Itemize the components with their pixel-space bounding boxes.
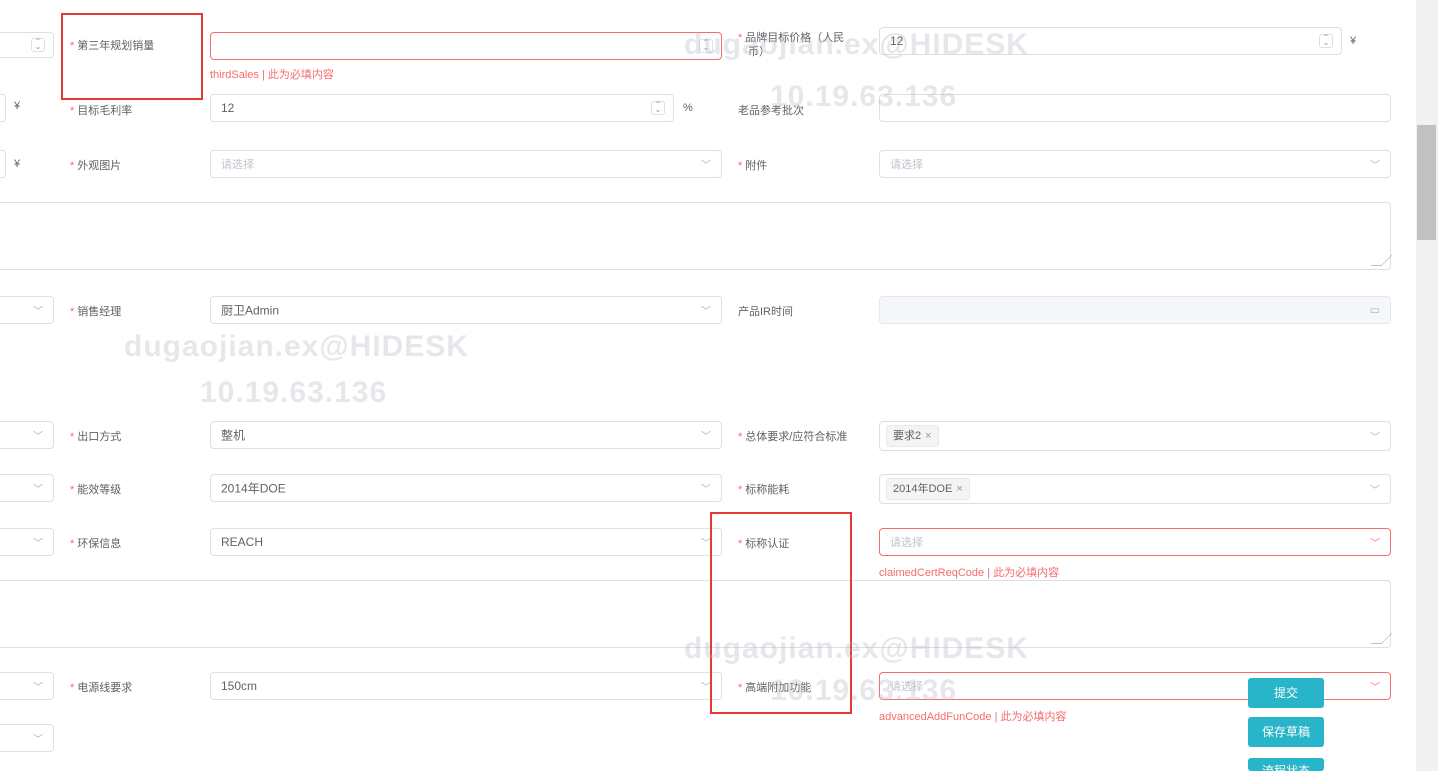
overall-standard-label: * 总体要求/应符合标准 [738, 431, 848, 443]
env-info-label: * 环保信息 [70, 538, 122, 550]
power-cord-label: * 电源线要求 [70, 682, 133, 694]
target-margin-unit: % [683, 102, 693, 114]
chevron-down-icon: ﹀ [701, 160, 711, 172]
chevron-down-icon: ﹀ [33, 538, 43, 550]
export-mode-label: * 出口方式 [70, 431, 122, 443]
export-mode-select[interactable]: 整机 ﹀ [210, 421, 722, 449]
energy-grade-select[interactable]: 2014年DOE ﹀ [210, 474, 722, 502]
sales-manager-value: 厨卫Admin [221, 303, 280, 318]
claimed-cert-error: claimedCertReqCode | 此为必填内容 [879, 567, 1060, 579]
chevron-down-icon: ﹀ [701, 306, 711, 318]
sales-manager-label: * 销售经理 [70, 306, 122, 318]
chevron-down-icon: ﹀ [33, 306, 43, 318]
brand-price-input[interactable]: 12 ⌃ ⌄ [879, 27, 1342, 55]
energy-grade-label: * 能效等级 [70, 484, 122, 496]
product-ir-time-label: 产品IR时间 [738, 306, 793, 318]
left-cut-spinner-input-row1[interactable]: ⌃ ⌄ [0, 32, 54, 58]
vertical-scrollbar-thumb[interactable] [1417, 125, 1436, 240]
claimed-energy-tag[interactable]: 2014年DOE × [886, 478, 970, 500]
power-cord-select[interactable]: 150cm ﹀ [210, 672, 722, 700]
left-cut-input-row2[interactable] [0, 94, 6, 122]
calendar-icon: ▭ [1369, 304, 1380, 317]
brand-price-unit: ¥ [1350, 35, 1357, 47]
remarks-textarea-1[interactable] [0, 202, 1393, 270]
advanced-func-error: advancedAddFunCode | 此为必填内容 [879, 711, 1067, 723]
chevron-down-icon: ﹀ [33, 682, 43, 694]
third-action-button[interactable]: 流程状态 [1248, 758, 1324, 771]
target-margin-input[interactable]: 12 ⌃ ⌄ [210, 94, 674, 122]
watermark-user: dugaojian.ex@HIDESK [124, 330, 469, 363]
third-sales-input[interactable]: ⌃ ⌄ [210, 32, 722, 60]
attachment-select[interactable]: 请选择 ﹀ [879, 150, 1391, 178]
chevron-down-icon: ﹀ [33, 484, 43, 496]
energy-grade-value: 2014年DOE [221, 481, 286, 496]
claimed-cert-placeholder: 请选择 [890, 537, 923, 549]
watermark-ip: 10.19.63.136 [200, 376, 388, 409]
chevron-down-icon: ﹀ [1370, 432, 1380, 444]
spinner-icon[interactable]: ⌃ ⌄ [699, 39, 713, 53]
claimed-energy-multiselect[interactable]: 2014年DOE × ﹀ [879, 474, 1391, 504]
left-unit-row3: ¥ [14, 158, 21, 170]
left-cut-select-row5[interactable]: ﹀ [0, 421, 54, 449]
submit-button[interactable]: 提交 [1248, 678, 1324, 708]
export-mode-value: 整机 [221, 428, 246, 443]
claimed-cert-select[interactable]: 请选择 ﹀ [879, 528, 1391, 556]
close-icon[interactable]: × [956, 483, 962, 495]
left-cut-select-row7[interactable]: ﹀ [0, 528, 54, 556]
chevron-down-icon: ﹀ [1370, 538, 1380, 550]
overall-standard-tag[interactable]: 要求2 × [886, 425, 939, 447]
attachment-label: * 附件 [738, 160, 768, 172]
advanced-func-placeholder: 请选择 [890, 681, 923, 693]
sales-manager-select[interactable]: 厨卫Admin ﹀ [210, 296, 722, 324]
left-cut-select-row4[interactable]: ﹀ [0, 296, 54, 324]
old-ref-batch-input[interactable] [879, 94, 1391, 122]
resize-handle-icon[interactable] [1370, 255, 1393, 266]
save-draft-button[interactable]: 保存草稿 [1248, 717, 1324, 747]
target-margin-value: 12 [221, 101, 235, 115]
spinner-icon[interactable]: ⌃ ⌄ [1319, 34, 1333, 48]
appearance-image-placeholder: 请选择 [221, 159, 254, 171]
brand-price-value: 12 [890, 34, 904, 48]
spinner-icon[interactable]: ⌃ ⌄ [651, 101, 665, 115]
spinner-icon[interactable]: ⌃ ⌄ [31, 38, 45, 52]
chevron-down-icon: ﹀ [33, 734, 43, 746]
highlight-frame-third-sales [61, 13, 203, 100]
resize-handle-icon[interactable] [1370, 633, 1393, 644]
left-cut-select-row6[interactable]: ﹀ [0, 474, 54, 502]
vertical-scrollbar-track[interactable] [1416, 0, 1438, 771]
old-ref-batch-label: 老品参考批次 [738, 105, 804, 117]
chevron-down-icon: ﹀ [1370, 485, 1380, 497]
left-cut-select-row9[interactable]: ﹀ [0, 724, 54, 752]
power-cord-value: 150cm [221, 679, 258, 693]
appearance-image-label: * 外观图片 [70, 160, 122, 172]
env-info-value: REACH [221, 535, 264, 549]
appearance-image-select[interactable]: 请选择 ﹀ [210, 150, 722, 178]
product-ir-time-picker: ▭ [879, 296, 1391, 324]
attachment-placeholder: 请选择 [890, 159, 923, 171]
third-sales-error: thirdSales | 此为必填内容 [210, 69, 334, 81]
overall-standard-multiselect[interactable]: 要求2 × ﹀ [879, 421, 1391, 451]
highlight-frame-cert-func [710, 512, 852, 714]
chevron-down-icon: ﹀ [1370, 160, 1380, 172]
left-cut-input-row3[interactable] [0, 150, 6, 178]
chevron-down-icon: ﹀ [1370, 682, 1380, 694]
chevron-down-icon: ﹀ [701, 484, 711, 496]
chevron-down-icon: ﹀ [33, 431, 43, 443]
left-cut-select-row8[interactable]: ﹀ [0, 672, 54, 700]
brand-price-label: * 品牌目标价格（人民 币） [738, 32, 845, 58]
remarks-textarea-2[interactable] [0, 580, 1393, 648]
close-icon[interactable]: × [925, 430, 931, 442]
left-unit-row2: ¥ [14, 100, 21, 112]
chevron-down-icon: ﹀ [701, 431, 711, 443]
target-margin-label: * 目标毛利率 [70, 105, 133, 117]
claimed-energy-label: * 标称能耗 [738, 484, 790, 496]
env-info-select[interactable]: REACH ﹀ [210, 528, 722, 556]
